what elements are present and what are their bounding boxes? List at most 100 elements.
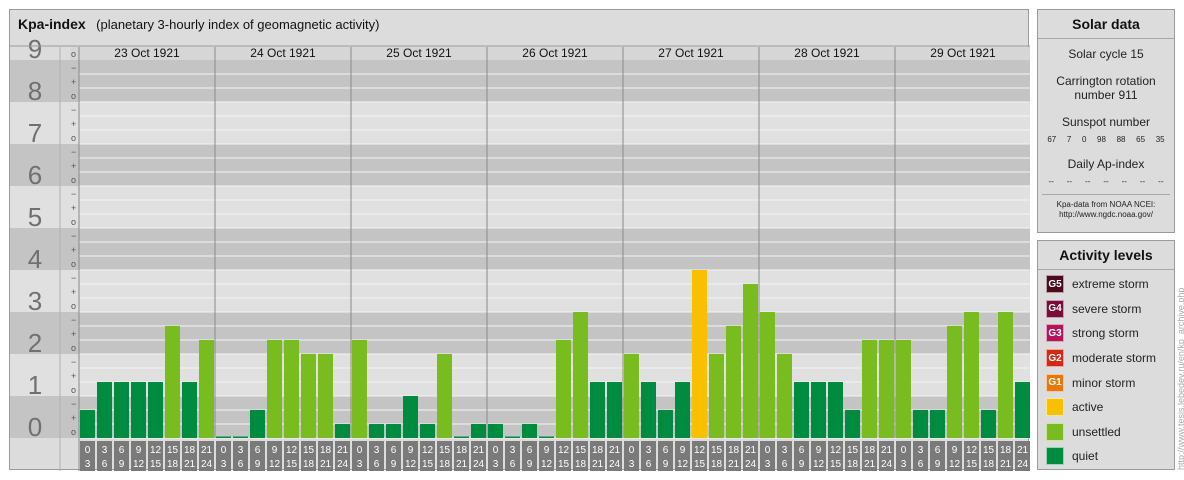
ap-value: --	[1085, 177, 1091, 186]
kpa-bar	[454, 436, 469, 438]
kpa-bar	[437, 354, 452, 438]
hour-start-label: 15	[983, 445, 995, 456]
date-label: 29 Oct 1921	[930, 46, 996, 60]
sub-tick-label: −	[71, 231, 76, 241]
hour-start-label: 6	[119, 445, 125, 456]
y-tick-label: 9	[28, 34, 42, 64]
ap-index-values: -- -- -- -- -- -- --	[1038, 177, 1174, 186]
kpa-bar	[998, 312, 1013, 438]
ap-value: --	[1139, 177, 1146, 186]
level-band	[10, 102, 1030, 144]
kpa-bar	[845, 409, 860, 438]
hour-end-label: 9	[119, 459, 125, 470]
chart-header: Kpa-index (planetary 3-hourly index of g…	[18, 16, 379, 34]
hour-start-label: 9	[680, 445, 686, 456]
hour-start-label: 21	[201, 445, 213, 456]
kpa-bar	[624, 354, 639, 438]
hour-start-label: 18	[728, 445, 740, 456]
sunspot-value: 0	[1081, 135, 1087, 144]
hour-start-label: 3	[102, 445, 108, 456]
hour-start-label: 6	[527, 445, 533, 456]
ap-value: --	[1048, 177, 1054, 186]
hour-start-label: 12	[694, 445, 706, 456]
source-watermark: http://www.tesis.lebedev.ru/en/kp_archiv…	[1176, 287, 1184, 470]
hour-start-label: 21	[337, 445, 349, 456]
sub-tick-label: o	[71, 91, 76, 101]
hour-start-label: 15	[167, 445, 179, 456]
hour-end-label: 15	[286, 459, 298, 470]
kpa-bar	[862, 340, 877, 438]
kpa-bar	[930, 409, 945, 438]
sub-tick-label: −	[71, 399, 76, 409]
kpa-bar	[828, 382, 843, 438]
y-tick-label: 3	[28, 286, 42, 316]
activity-level-minor-storm: G1 minor storm	[1038, 370, 1174, 395]
hour-end-label: 9	[255, 459, 261, 470]
hour-end-label: 12	[405, 459, 417, 470]
activity-levels-panel: Activity levels G5 extreme storm G4 severe …	[1037, 240, 1175, 470]
date-label: 28 Oct 1921	[794, 46, 860, 60]
hour-end-label: 21	[184, 459, 196, 470]
activity-label: extreme storm	[1072, 277, 1149, 292]
kpa-bar	[760, 312, 775, 438]
activity-levels-title: Activity levels	[1038, 241, 1174, 270]
hour-end-label: 12	[677, 459, 689, 470]
kpa-bar	[80, 409, 95, 438]
kpa-bar	[675, 382, 690, 438]
activity-swatch	[1046, 447, 1064, 466]
sunspot-value: 7	[1066, 135, 1072, 144]
sub-tick-label: o	[71, 133, 76, 143]
hour-start-label: 21	[881, 445, 893, 456]
hour-end-label: 9	[663, 459, 669, 470]
hour-start-label: 12	[150, 445, 162, 456]
kpa-bar	[488, 424, 503, 438]
kpa-bar	[879, 340, 894, 438]
kpa-bar	[573, 312, 588, 438]
kpa-bar	[947, 325, 962, 438]
sub-tick-label: +	[71, 119, 76, 129]
hour-start-label: 21	[473, 445, 485, 456]
hour-end-label: 9	[391, 459, 397, 470]
hour-start-label: 0	[85, 445, 91, 456]
activity-label: quiet	[1072, 449, 1099, 464]
kpa-bar	[964, 312, 979, 438]
carrington-line-1: Carrington rotation	[1056, 74, 1156, 88]
hour-end-label: 12	[949, 459, 961, 470]
hour-start-label: 6	[935, 445, 941, 456]
hour-end-label: 15	[150, 459, 162, 470]
kpa-bar	[607, 382, 622, 438]
kpa-bar	[250, 409, 265, 438]
y-tick-label: 7	[28, 118, 42, 148]
kpa-bar	[692, 270, 707, 438]
hour-start-label: 6	[799, 445, 805, 456]
hour-end-label: 6	[646, 459, 652, 470]
date-label: 23 Oct 1921	[114, 46, 180, 60]
sub-tick-label: −	[71, 273, 76, 283]
hour-start-label: 15	[847, 445, 859, 456]
hour-start-label: 0	[221, 445, 227, 456]
hour-start-label: 6	[663, 445, 669, 456]
hour-end-label: 6	[238, 459, 244, 470]
sub-tick-label: −	[71, 189, 76, 199]
activity-level-strong-storm: G3 strong storm	[1038, 321, 1174, 346]
hour-end-label: 21	[864, 459, 876, 470]
kpa-bar	[726, 325, 741, 438]
kpa-bar	[777, 354, 792, 438]
hour-start-label: 9	[272, 445, 278, 456]
hour-end-label: 15	[422, 459, 434, 470]
date-label: 27 Oct 1921	[658, 46, 724, 60]
level-band	[10, 60, 1030, 102]
hour-start-label: 21	[745, 445, 757, 456]
level-band	[10, 270, 1030, 312]
hour-end-label: 21	[456, 459, 468, 470]
hour-start-label: 9	[136, 445, 142, 456]
ap-value: --	[1103, 177, 1109, 186]
hour-end-label: 24	[473, 459, 485, 470]
hour-end-label: 15	[694, 459, 706, 470]
data-source-url: http://www.ngdc.noaa.gov/	[1059, 210, 1153, 219]
sub-tick-label: +	[71, 161, 76, 171]
hour-end-label: 21	[592, 459, 604, 470]
hour-end-label: 15	[966, 459, 978, 470]
kpa-bar	[556, 340, 571, 438]
hour-start-label: 18	[456, 445, 468, 456]
